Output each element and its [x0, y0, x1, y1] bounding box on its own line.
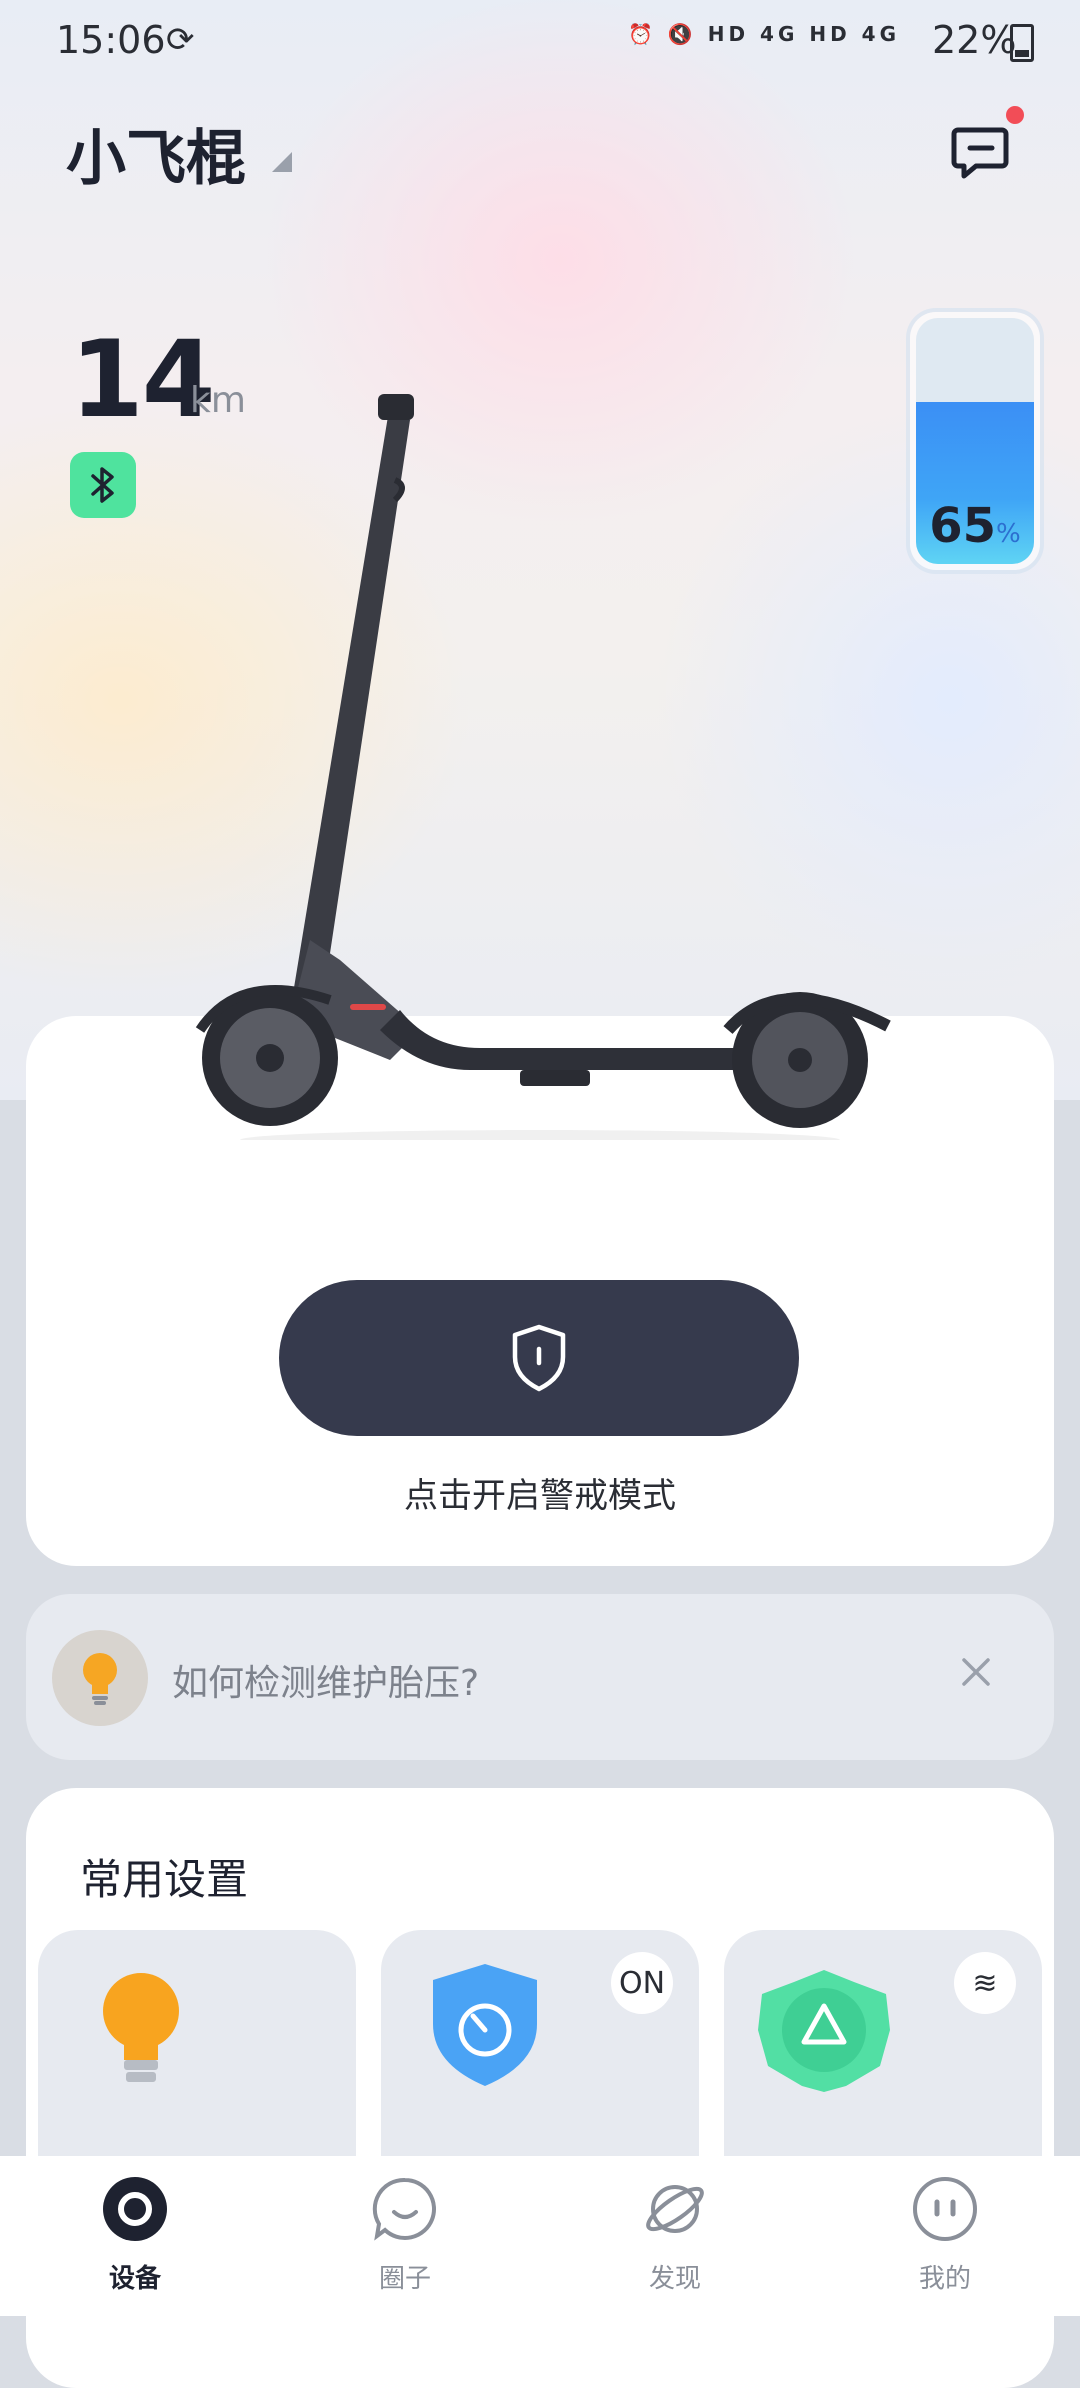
circle-chat-icon — [372, 2177, 436, 2241]
battery-unit: % — [996, 519, 1021, 549]
status-network: ⏰ 🔇 HD 4G HD 4G — [628, 22, 900, 46]
speed-shield-icon — [433, 1964, 537, 2086]
message-button[interactable] — [948, 118, 1012, 182]
tab-profile[interactable]: 我的 — [865, 2176, 1025, 2295]
battery-icon — [1010, 24, 1034, 62]
tip-text[interactable]: 如何检测维护胎压? — [172, 1654, 479, 1706]
lightbulb-icon — [103, 1973, 179, 2082]
device-name[interactable]: 小飞棍 — [66, 110, 246, 197]
tip-icon-wrap — [52, 1630, 148, 1726]
alarm-mode-label: 点击开启警戒模式 — [404, 1476, 676, 1516]
lightbulb-icon — [83, 1653, 117, 1705]
settings-title: 常用设置 — [80, 1855, 249, 1904]
alarm-mode-button[interactable] — [279, 1280, 799, 1436]
tab-discover[interactable]: 发现 — [595, 2176, 755, 2295]
bluetooth-icon — [91, 467, 114, 503]
status-bar: 15:06 ⟳ ⏰ 🔇 HD 4G HD 4G 22% — [0, 0, 1080, 80]
mute-icon: 🔇 — [667, 22, 697, 46]
battery-gauge: 65% — [910, 312, 1040, 570]
shield-icon — [512, 1324, 566, 1392]
message-icon — [951, 127, 1009, 179]
wave-badge: ≋ — [954, 1952, 1016, 2014]
speed-on-badge: ON — [611, 1952, 673, 2014]
status-time: 15:06 — [56, 18, 166, 62]
unread-dot — [1006, 106, 1024, 124]
tab-label: 我的 — [918, 2264, 971, 2294]
recycle-icon — [758, 1970, 890, 2092]
status-battery-text: 22% — [932, 18, 1017, 62]
device-switch-caret-icon[interactable] — [272, 152, 292, 172]
alarm-clock-icon: ⏰ — [628, 22, 657, 46]
close-icon[interactable] — [956, 1652, 996, 1692]
device-icon — [103, 2177, 167, 2241]
bluetooth-status[interactable] — [70, 452, 136, 518]
tab-label: 设备 — [108, 2264, 161, 2294]
tab-circle[interactable]: 圈子 — [325, 2176, 485, 2295]
network-text: HD 4G HD 4G — [707, 22, 900, 46]
scooter-image — [195, 394, 891, 1140]
planet-icon — [646, 2185, 704, 2233]
tab-label: 圈子 — [378, 2264, 431, 2294]
sync-icon: ⟳ — [166, 20, 195, 60]
tab-device[interactable]: 设备 — [55, 2176, 215, 2295]
tab-label: 发现 — [648, 2264, 701, 2294]
profile-icon — [913, 2177, 977, 2241]
battery-percent: 65 — [929, 498, 997, 554]
